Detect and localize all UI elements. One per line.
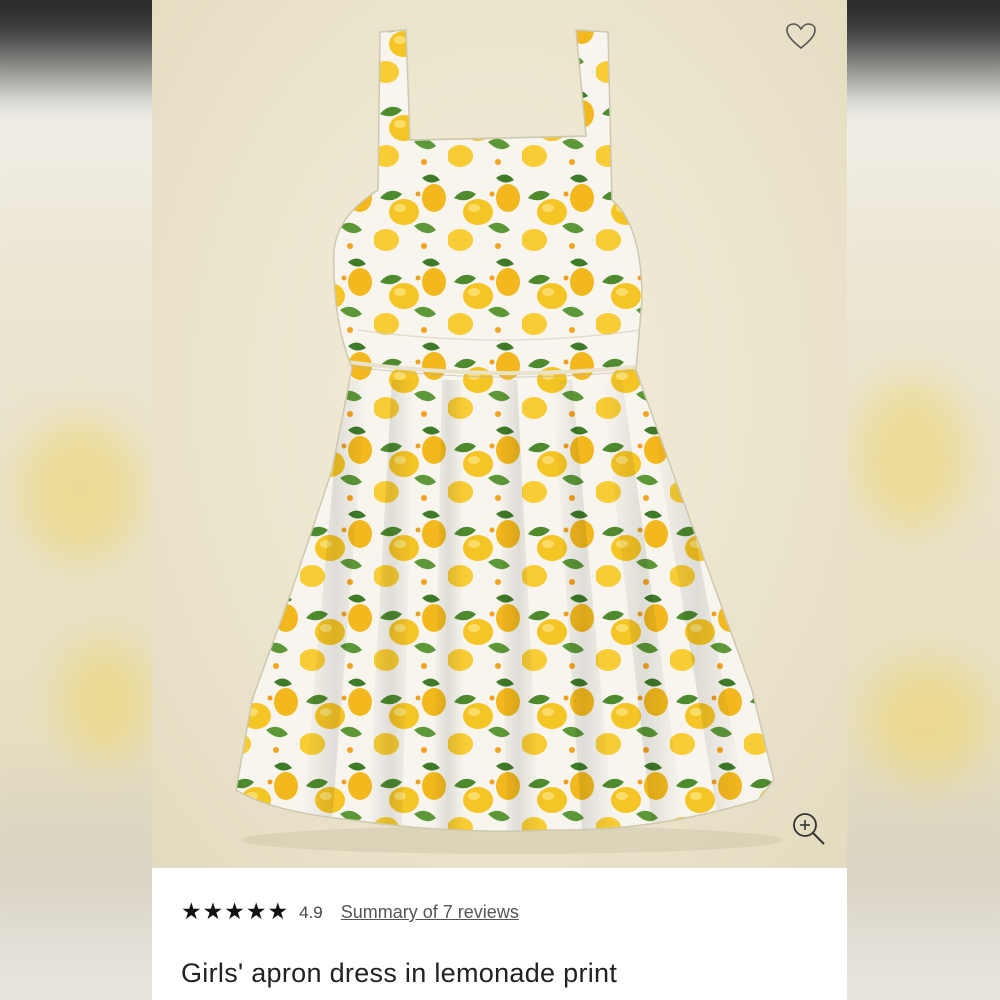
star-icon: ★: [245, 899, 267, 925]
star-icon: ★: [224, 899, 245, 925]
star-rating: ★ ★ ★ ★ ★: [181, 901, 288, 924]
product-title: Girls' apron dress in lemonade print: [181, 958, 618, 988]
product-card: ★ ★ ★ ★ ★ 4.9 Summary of 7 reviews Girls…: [152, 0, 847, 1000]
heart-icon: [786, 23, 816, 50]
reviews-summary-link[interactable]: Summary of 7 reviews: [341, 902, 519, 923]
dress-illustration: [235, 29, 782, 854]
star-icon: ★: [181, 899, 202, 925]
right-blurred-backdrop: [847, 0, 1000, 1000]
star-icon: ★: [267, 899, 289, 925]
left-blurred-backdrop: [0, 0, 152, 1000]
product-image[interactable]: [152, 0, 847, 868]
rating-row: ★ ★ ★ ★ ★ 4.9 Summary of 7 reviews: [181, 901, 519, 924]
rating-value: 4.9: [299, 902, 323, 922]
favorite-button[interactable]: [785, 22, 821, 58]
star-icon: ★: [202, 899, 224, 925]
product-info: ★ ★ ★ ★ ★ 4.9 Summary of 7 reviews Girls…: [152, 868, 847, 1000]
zoom-in-icon: [793, 813, 825, 845]
zoom-button[interactable]: [790, 810, 830, 850]
